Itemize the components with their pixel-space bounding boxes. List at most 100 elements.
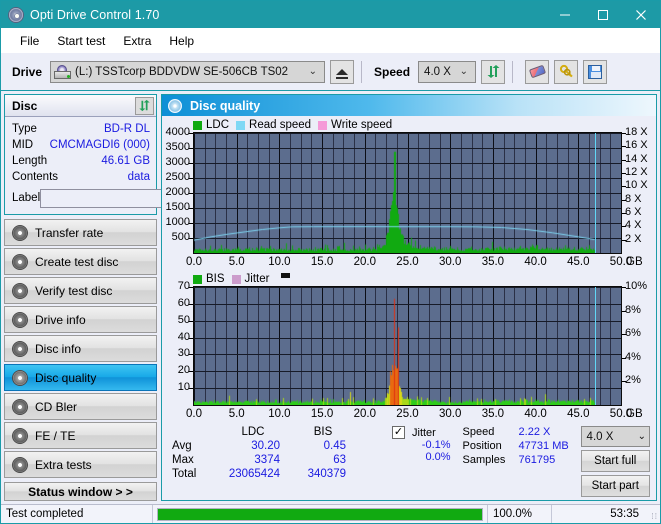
sidebar-item-disc-info[interactable]: Disc info	[4, 335, 157, 362]
menu-file[interactable]: File	[11, 31, 48, 51]
sidebar-item-cd-bler[interactable]: CD Bler	[4, 393, 157, 420]
jitter-avg-value: -0.1%	[421, 439, 451, 451]
ldc-chart-legend: LDC Read speed Write speed	[162, 118, 656, 132]
x-tick-label: 0.0	[186, 256, 202, 268]
sidebar-item-fe-te[interactable]: FE / TE	[4, 422, 157, 449]
sidebar-item-label: Create test disc	[35, 254, 119, 269]
jitter-stats: ✓ Jitter -0.1% 0.0%	[370, 426, 455, 498]
drive-label: Drive	[12, 64, 43, 79]
menu-start-test[interactable]: Start test	[48, 31, 114, 51]
disc-contents-value: data	[127, 171, 150, 183]
legend-swatch-ldc	[193, 120, 202, 130]
legend-label-read-speed: Read speed	[249, 119, 312, 131]
position-stat-label: Position	[462, 440, 502, 452]
x-tick-label: 25.0	[396, 408, 419, 420]
bis-chart: BIS Jitter 10 20 30 40 50 60 70 2% 4% 6% 8% 10% 0.…	[162, 272, 656, 422]
maximize-icon[interactable]	[584, 1, 622, 28]
drive-select[interactable]: (L:) TSSTcorp BDDVDW SE-506CB TS02 ⌄	[50, 60, 326, 83]
jitter-max-value: 0.0%	[425, 451, 451, 463]
sidebar: Disc Type BD-R DL MID CMCMAGDI6 (000) Le…	[4, 94, 242, 501]
legend-label-bis: BIS	[206, 273, 225, 285]
sidebar-item-extra-tests[interactable]: Extra tests	[4, 451, 157, 478]
window-controls	[546, 1, 660, 28]
start-part-button[interactable]: Start part	[580, 475, 650, 497]
stats-row-label-total: Total	[172, 468, 197, 480]
ldc-y-axis-right: 2 X4 X6 X8 X 10 X 12 X 14 X 16 X 18 X	[622, 127, 656, 254]
bis-chart-legend: BIS Jitter	[162, 272, 656, 286]
sidebar-item-disc-quality[interactable]: Disc quality	[4, 364, 157, 391]
disc-icon	[12, 369, 28, 386]
save-icon	[588, 64, 603, 79]
keys-icon	[559, 64, 573, 78]
ldc-chart: LDC Read speed Write speed 500 1000 1500 20…	[162, 118, 656, 272]
bis-y-axis-right: 2% 4% 6% 8% 10%	[622, 281, 656, 406]
panel-title: Disc quality	[190, 98, 261, 113]
save-button[interactable]	[583, 59, 608, 84]
resize-grip-icon[interactable]: ⁞⁞	[644, 505, 660, 523]
disc-row-mid: MID CMCMAGDI6 (000)	[12, 137, 150, 153]
refresh-button[interactable]	[481, 59, 506, 84]
y-tick-label: 3500	[165, 141, 190, 153]
start-full-button[interactable]: Start full	[580, 450, 650, 472]
disc-row-contents: Contents data	[12, 169, 150, 185]
chevron-down-icon: ⌄	[637, 431, 646, 442]
y-tick-label: 1000	[165, 216, 190, 228]
y-tick-label: 2000	[165, 186, 190, 198]
refresh-icon	[139, 99, 150, 112]
drive-toolbar: Drive (L:) TSSTcorp BDDVDW SE-506CB TS02…	[1, 53, 660, 91]
legend-label-write-speed: Write speed	[331, 119, 393, 131]
keys-button[interactable]	[554, 59, 579, 84]
disc-refresh-button[interactable]	[135, 96, 154, 115]
sidebar-item-verify-test-disc[interactable]: Verify test disc	[4, 277, 157, 304]
bis-plot-area	[193, 286, 622, 406]
bis-plot-wrap: 10 20 30 40 50 60 70 2% 4% 6% 8% 10% 0.0 5.0 10.0 15.…	[162, 281, 656, 422]
jitter-checkbox[interactable]: ✓	[392, 426, 405, 439]
sidebar-item-transfer-rate[interactable]: Transfer rate	[4, 219, 157, 246]
speed-select[interactable]: 4.0 X ⌄	[418, 60, 477, 83]
status-window-button[interactable]: Status window > >	[4, 482, 157, 501]
x-tick-label: 45.0	[567, 256, 590, 268]
legend-marker-icon	[281, 273, 291, 278]
menu-help[interactable]: Help	[160, 31, 203, 51]
position-marker-line	[595, 133, 596, 253]
stats-max-bis: 63	[333, 454, 346, 466]
speed-stat-label: Speed	[462, 426, 495, 438]
sidebar-item-create-test-disc[interactable]: Create test disc	[4, 248, 157, 275]
sidebar-item-label: Verify test disc	[35, 283, 113, 298]
chevron-down-icon: ⌄	[308, 66, 318, 77]
close-icon[interactable]	[622, 1, 660, 28]
chart-series-canvas	[194, 133, 621, 253]
menu-extra[interactable]: Extra	[114, 31, 160, 51]
legend-swatch-read-speed	[236, 120, 246, 130]
x-tick-label: 10.0	[268, 256, 291, 268]
x-axis-unit-label: GB	[626, 256, 643, 268]
x-tick-label: 20.0	[353, 408, 376, 420]
position-stat-value: 47731 MB	[518, 440, 569, 452]
chevron-down-icon: ⌄	[459, 66, 469, 77]
toolbar-divider-2	[512, 60, 514, 83]
sidebar-item-label: FE / TE	[35, 428, 76, 443]
x-tick-label: 25.0	[396, 256, 419, 268]
eject-button[interactable]	[330, 59, 355, 84]
x-tick-label: 35.0	[481, 256, 505, 268]
ldc-plot-wrap: 500 1000 1500 2000 2500 3000 3500 4000 2 X4 X6 …	[162, 127, 656, 272]
position-marker-line	[595, 287, 596, 405]
x-tick-label: 30.0	[438, 256, 462, 268]
speed-select-value: 4.0 X	[424, 65, 451, 78]
disc-label-row: Label	[12, 188, 242, 208]
test-controls: 4.0 X ⌄ Start full Start part	[580, 426, 650, 498]
y-tick-label: 2500	[165, 171, 190, 183]
test-speed-select[interactable]: 4.0 X ⌄	[580, 426, 650, 447]
sidebar-item-drive-info[interactable]: Drive info	[4, 306, 157, 333]
erase-button[interactable]	[525, 59, 550, 84]
test-speed-value: 4.0 X	[586, 430, 614, 443]
y-tick-label-right: 8%	[625, 303, 641, 316]
x-axis-unit-label: GB	[626, 408, 643, 420]
x-tick-label: 30.0	[438, 408, 462, 420]
sidebar-item-label: Drive info	[35, 312, 86, 327]
sidebar-item-label: Disc quality	[35, 370, 97, 385]
progress-fill	[158, 508, 482, 520]
disc-type-value: BD-R DL	[103, 123, 150, 135]
minimize-icon[interactable]	[546, 1, 584, 28]
x-tick-label: 15.0	[310, 408, 334, 420]
